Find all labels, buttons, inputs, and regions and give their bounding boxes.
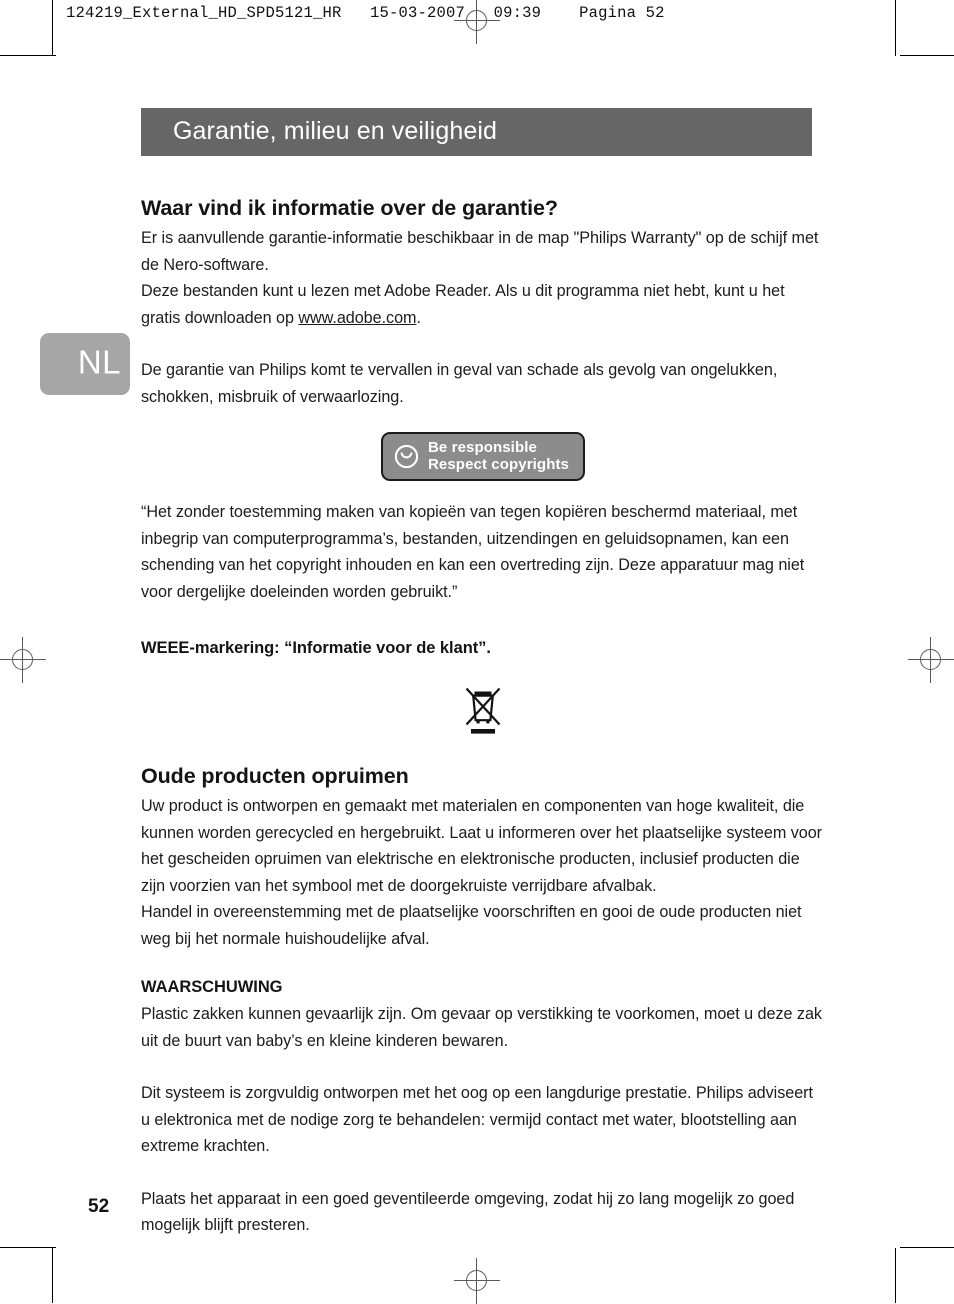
disposal-heading: Oude producten opruimen xyxy=(141,764,409,788)
language-badge-label: NL xyxy=(77,343,121,381)
respect-copyrights-badge: Be responsible Respect copyrights xyxy=(380,432,585,481)
warning-paragraph-1: Plastic zakken kunnen gevaarlijk zijn. O… xyxy=(141,1005,822,1050)
warning-heading: WAARSCHUWING xyxy=(141,978,283,996)
warning-paragraph-3: Plaats het apparaat in een goed geventil… xyxy=(141,1189,795,1235)
weee-symbol-container xyxy=(141,682,825,738)
page-content: Waar vind ik informatie over de garantie… xyxy=(141,196,825,1239)
copyright-notice-paragraph: “Het zonder toestemming maken van kopieë… xyxy=(141,503,805,601)
copyright-badge-container: Be responsible Respect copyrights xyxy=(141,432,825,481)
crossed-out-wheelie-bin-icon xyxy=(465,687,501,734)
chapter-title-bar: Garantie, milieu en veiligheid xyxy=(141,108,812,156)
warranty-paragraph-3: De garantie van Philips komt te vervalle… xyxy=(141,361,778,406)
document-page: Garantie, milieu en veiligheid NL Waar v… xyxy=(0,0,954,1303)
page-number: 52 xyxy=(88,1196,110,1217)
warranty-paragraph-2: Deze bestanden kunt u lezen met Adobe Re… xyxy=(141,278,825,331)
warning-paragraph-2: Dit systeem is zorgvuldig ontworpen met … xyxy=(141,1084,813,1155)
warranty-heading: Waar vind ik informatie over de garantie… xyxy=(141,196,558,220)
disposal-paragraph-1: Uw product is ontworpen en gemaakt met m… xyxy=(141,797,823,895)
chapter-title: Garantie, milieu en veiligheid xyxy=(173,116,498,145)
copyright-circle-icon xyxy=(394,444,419,468)
warranty-paragraph-2-text-before: Deze bestanden kunt u lezen met Adobe Re… xyxy=(141,282,785,327)
copyright-badge-line-2: Respect copyrights xyxy=(427,456,569,473)
warranty-paragraph-2-text-after: . xyxy=(416,308,421,327)
warranty-paragraph-1: Er is aanvullende garantie-informatie be… xyxy=(141,229,819,274)
weee-heading: WEEE-markering: “Informatie voor de klan… xyxy=(141,639,491,657)
adobe-website-link[interactable]: www.adobe.com xyxy=(298,309,416,327)
copyright-badge-text: Be responsible Respect copyrights xyxy=(428,439,569,473)
copyright-badge-line-1: Be responsible xyxy=(427,439,537,456)
language-badge: NL xyxy=(40,333,130,395)
disposal-paragraph-2: Handel in overeenstemming met de plaatse… xyxy=(141,903,802,948)
